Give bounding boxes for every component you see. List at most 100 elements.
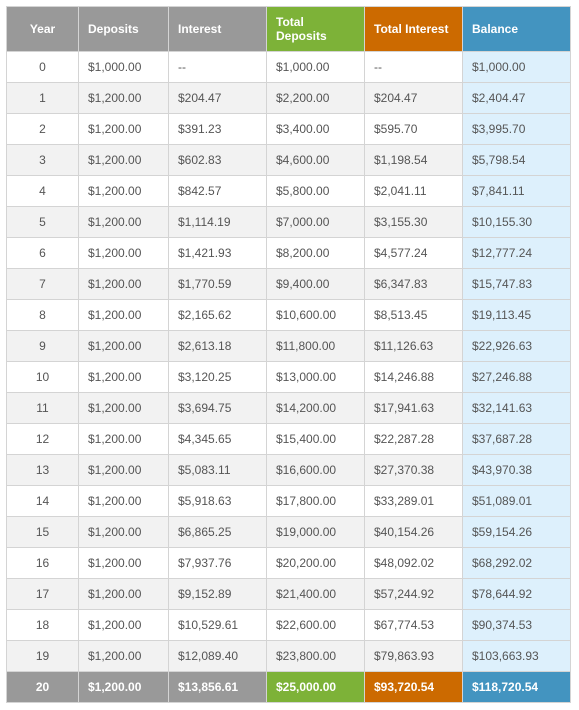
cell-total-deposits: $17,800.00 [266,485,365,517]
cell-year: 19 [6,640,79,672]
cell-total-interest: $2,041.11 [364,175,463,207]
table-row: 3 $1,200.00 $602.83 $4,600.00 $1,198.54 $5,79… [6,144,571,176]
cell-total-deposits: $21,400.00 [266,578,365,610]
cell-total-interest: -- [364,51,463,83]
cell-interest: $2,165.62 [168,299,267,331]
cell-balance: $22,926.63 [462,330,571,362]
cell-total-interest: $48,092.02 [364,547,463,579]
table-row: 10 $1,200.00 $3,120.25 $13,000.00 $14,246.88… [6,361,571,393]
cell-balance: $7,841.11 [462,175,571,207]
cell-total-deposits: $11,800.00 [266,330,365,362]
cell-interest: $204.47 [168,82,267,114]
cell-interest: $5,083.11 [168,454,267,486]
cell-total-deposits: $23,800.00 [266,640,365,672]
cell-interest: $5,918.63 [168,485,267,517]
cell-balance: $59,154.26 [462,516,571,548]
cell-total-deposits: $5,800.00 [266,175,365,207]
cell-year: 6 [6,237,79,269]
cell-total-interest: $595.70 [364,113,463,145]
cell-total-interest: $204.47 [364,82,463,114]
cell-deposits: $1,200.00 [78,516,169,548]
cell-interest: $3,694.75 [168,392,267,424]
cell-total-interest: $27,370.38 [364,454,463,486]
cell-deposits: $1,200.00 [78,299,169,331]
cell-deposits: $1,200.00 [78,640,169,672]
cell-total-deposits: $1,000.00 [266,51,365,83]
cell-total-interest: $14,246.88 [364,361,463,393]
cell-deposits: $1,200.00 [78,547,169,579]
cell-interest: $9,152.89 [168,578,267,610]
cell-deposits: $1,200.00 [78,392,169,424]
cell-deposits: $1,200.00 [78,609,169,641]
cell-total-deposits: $4,600.00 [266,144,365,176]
table-row: 14 $1,200.00 $5,918.63 $17,800.00 $33,289.01… [6,485,571,517]
cell-total-interest: $1,198.54 [364,144,463,176]
cell-balance: $51,089.01 [462,485,571,517]
cell-interest: $2,613.18 [168,330,267,362]
cell-total-deposits: $7,000.00 [266,206,365,238]
cell-total-deposits: $9,400.00 [266,268,365,300]
table-row: 15 $1,200.00 $6,865.25 $19,000.00 $40,154.26… [6,516,571,548]
cell-total-interest: $40,154.26 [364,516,463,548]
cell-balance: $12,777.24 [462,237,571,269]
cell-year: 15 [6,516,79,548]
cell-deposits: $1,200.00 [78,113,169,145]
cell-interest: $10,529.61 [168,609,267,641]
savings-schedule-table: Year Deposits Interest Total Deposits To… [6,6,571,703]
cell-total-deposits: $2,200.00 [266,82,365,114]
cell-total-interest: $33,289.01 [364,485,463,517]
cell-deposits: $1,200.00 [78,485,169,517]
cell-balance: $3,995.70 [462,113,571,145]
cell-year: 8 [6,299,79,331]
cell-year: 9 [6,330,79,362]
cell-deposits: $1,200.00 [78,82,169,114]
header-balance: Balance [462,6,571,52]
header-total-deposits: Total Deposits [266,6,365,52]
cell-year: 18 [6,609,79,641]
cell-balance: $15,747.83 [462,268,571,300]
cell-interest: $1,421.93 [168,237,267,269]
footer-year: 20 [6,671,79,703]
footer-deposits: $1,200.00 [78,671,169,703]
cell-total-interest: $22,287.28 [364,423,463,455]
cell-year: 2 [6,113,79,145]
table-row: 5 $1,200.00 $1,114.19 $7,000.00 $3,155.30 $10… [6,206,571,238]
table-row: 8 $1,200.00 $2,165.62 $10,600.00 $8,513.45 $1… [6,299,571,331]
cell-year: 13 [6,454,79,486]
table-row: 7 $1,200.00 $1,770.59 $9,400.00 $6,347.83 $15… [6,268,571,300]
cell-interest: -- [168,51,267,83]
table-row: 16 $1,200.00 $7,937.76 $20,200.00 $48,092.02… [6,547,571,579]
cell-interest: $3,120.25 [168,361,267,393]
cell-balance: $5,798.54 [462,144,571,176]
cell-year: 14 [6,485,79,517]
cell-total-interest: $57,244.92 [364,578,463,610]
cell-total-interest: $79,863.93 [364,640,463,672]
footer-total-interest: $93,720.54 [364,671,463,703]
cell-total-interest: $8,513.45 [364,299,463,331]
cell-total-interest: $3,155.30 [364,206,463,238]
cell-interest: $7,937.76 [168,547,267,579]
table-row: 17 $1,200.00 $9,152.89 $21,400.00 $57,244.92… [6,578,571,610]
cell-deposits: $1,000.00 [78,51,169,83]
cell-total-deposits: $16,600.00 [266,454,365,486]
cell-total-deposits: $15,400.00 [266,423,365,455]
cell-total-deposits: $3,400.00 [266,113,365,145]
cell-deposits: $1,200.00 [78,206,169,238]
cell-interest: $1,114.19 [168,206,267,238]
cell-balance: $27,246.88 [462,361,571,393]
cell-year: 4 [6,175,79,207]
table-row: 9 $1,200.00 $2,613.18 $11,800.00 $11,126.63 $… [6,330,571,362]
cell-year: 1 [6,82,79,114]
cell-deposits: $1,200.00 [78,330,169,362]
footer-total-deposits: $25,000.00 [266,671,365,703]
cell-deposits: $1,200.00 [78,268,169,300]
footer-balance: $118,720.54 [462,671,571,703]
table-row: 12 $1,200.00 $4,345.65 $15,400.00 $22,287.28… [6,423,571,455]
header-total-deposits-label: Total Deposits [276,15,327,43]
cell-deposits: $1,200.00 [78,144,169,176]
cell-total-deposits: $22,600.00 [266,609,365,641]
cell-total-deposits: $10,600.00 [266,299,365,331]
cell-total-interest: $11,126.63 [364,330,463,362]
table-row: 19 $1,200.00 $12,089.40 $23,800.00 $79,863.9… [6,640,571,672]
cell-deposits: $1,200.00 [78,578,169,610]
